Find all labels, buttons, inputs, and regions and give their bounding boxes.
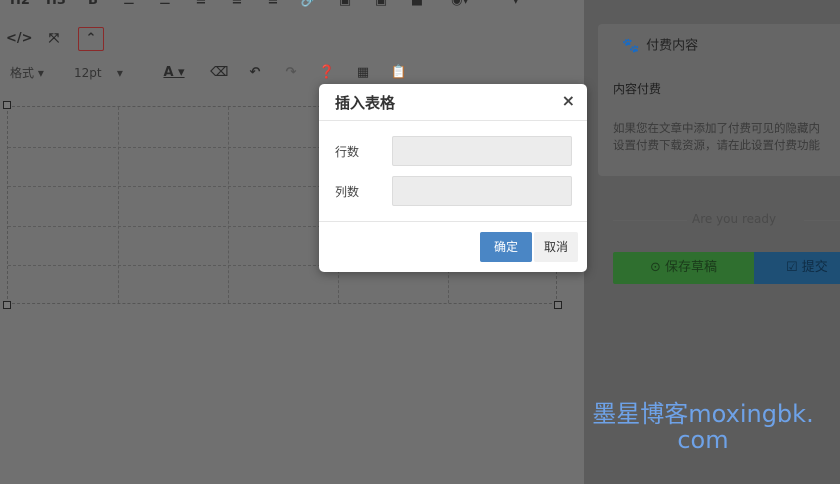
align-right-icon[interactable]: ≡ — [264, 0, 282, 12]
confirm-button[interactable]: 确定 — [480, 232, 532, 262]
are-you-ready-label: Are you ready — [692, 212, 777, 226]
undo-icon[interactable]: ↶ — [246, 62, 264, 84]
table-col-divider — [118, 107, 119, 303]
paw-icon: 🐾 — [622, 38, 640, 54]
image-icon[interactable]: ▣ — [336, 0, 354, 12]
code-icon[interactable]: </> — [6, 28, 33, 50]
columns-label: 列数 — [335, 185, 360, 199]
card-subtitle: 内容付费 — [613, 82, 662, 96]
columns-input[interactable] — [392, 176, 572, 206]
format-select[interactable]: 格式 ▾ — [10, 62, 60, 84]
close-icon[interactable]: × — [562, 91, 575, 110]
resize-handle[interactable] — [554, 301, 562, 309]
watermark: 墨星博客moxingbk. com — [578, 401, 828, 453]
rows-input[interactable] — [392, 136, 572, 166]
card-header: 🐾 付费内容 — [622, 34, 698, 58]
preview-icon[interactable]: ◉▾ — [442, 0, 478, 12]
bold-button[interactable]: B — [84, 0, 102, 12]
link-icon[interactable]: 🔗 — [300, 0, 318, 12]
font-size-select[interactable]: 12pt ▾ — [74, 62, 138, 84]
card-title: 付费内容 — [646, 38, 699, 54]
dialog-title: 插入表格 — [335, 94, 396, 112]
paid-content-card: 🐾 付费内容 内容付费 如果您在文章中添加了付费可见的隐藏内 设置付费下载资源，… — [598, 24, 840, 176]
table-icon[interactable]: ▦ — [354, 62, 372, 84]
paste-icon[interactable]: 📋 — [390, 62, 408, 84]
media-icon[interactable]: ▣ — [372, 0, 390, 12]
table-col-divider — [228, 107, 229, 303]
h3-button[interactable]: H3 — [44, 0, 68, 12]
help-icon[interactable]: ❓ — [318, 62, 336, 84]
save-draft-label: 保存草稿 — [665, 260, 718, 275]
resize-handle[interactable] — [3, 301, 11, 309]
dialog-divider — [319, 120, 587, 121]
card-desc-line-1: 如果您在文章中添加了付费可见的隐藏内 — [613, 121, 820, 135]
resize-handle[interactable] — [3, 101, 11, 109]
card-desc-line-2: 设置付费下载资源，请在此设置付费功能 — [613, 138, 820, 152]
numbered-list-icon[interactable]: ☰ — [156, 0, 174, 12]
align-left-icon[interactable]: ≡ — [192, 0, 210, 12]
quote-icon[interactable]: ❝▾ — [494, 0, 530, 12]
font-color-button[interactable]: A ▾ — [154, 62, 194, 84]
insert-table-dialog: 插入表格 × 行数 列数 确定 取消 — [319, 84, 587, 272]
save-draft-icon: ⊙ — [649, 260, 661, 275]
bullet-list-icon[interactable]: ☰ — [120, 0, 138, 12]
toolbar-row-1: H2 H3 B ☰ ☰ ≡ ≡ ≡ 🔗 ▣ ▣ ■ ◉▾ ❝▾ — [0, 0, 584, 18]
align-center-icon[interactable]: ≡ — [228, 0, 246, 12]
card-description: 如果您在文章中添加了付费可见的隐藏内 设置付费下载资源，请在此设置付费功能 — [613, 120, 840, 154]
redo-icon[interactable]: ↷ — [282, 62, 300, 84]
format-select-label: 格式 — [10, 66, 35, 80]
toolbar-row-2: </> ⤧ ⌃ — [0, 26, 584, 54]
divider-right — [804, 220, 840, 221]
collapse-toolbar-icon[interactable]: ⌃ — [78, 27, 104, 51]
font-size-label: 12pt — [74, 66, 102, 80]
fullscreen-icon[interactable]: ⤧ — [42, 28, 66, 50]
submit-button[interactable]: ☑ 提交 — [754, 252, 840, 284]
font-color-label: A — [163, 65, 174, 80]
eraser-icon[interactable]: ⌫ — [210, 62, 228, 84]
dialog-footer-divider — [319, 221, 587, 222]
lock-icon[interactable]: ■ — [408, 0, 426, 12]
h2-button[interactable]: H2 — [8, 0, 32, 12]
rows-label: 行数 — [335, 145, 360, 159]
check-icon: ☑ — [786, 260, 798, 275]
submit-label: 提交 — [801, 260, 828, 275]
cancel-button[interactable]: 取消 — [534, 232, 578, 262]
watermark-line-1: 墨星博客moxingbk. — [592, 400, 814, 428]
divider-left — [613, 220, 687, 221]
save-draft-button[interactable]: ⊙ 保存草稿 — [613, 252, 754, 284]
watermark-line-2: com — [677, 426, 729, 454]
